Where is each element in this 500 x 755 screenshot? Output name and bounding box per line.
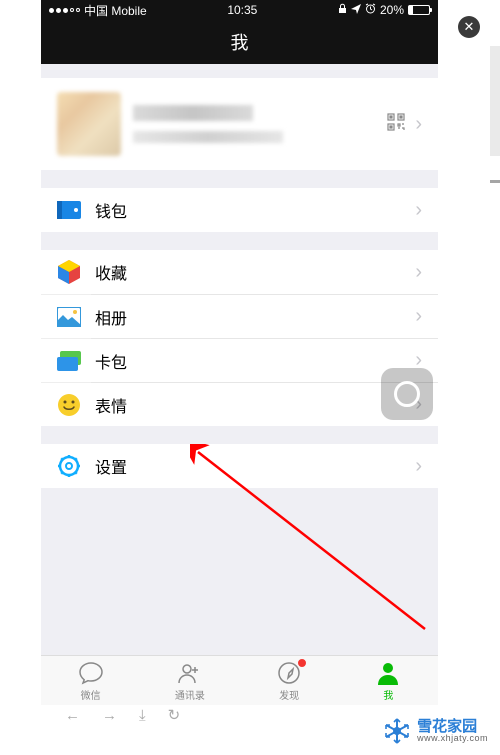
tab-me[interactable]: 我 — [339, 656, 438, 705]
profile-row[interactable]: › — [41, 78, 438, 170]
chevron-right-icon: › — [415, 455, 422, 478]
menu-group-settings: 设置 › — [41, 444, 438, 488]
status-right: 20% — [338, 3, 430, 17]
menu-item-favorites[interactable]: 收藏 › — [41, 250, 438, 294]
watermark: 雪花家园 www.xhjaty.com — [383, 717, 488, 745]
side-fragment — [490, 46, 500, 156]
chevron-right-icon: › — [415, 261, 422, 284]
forward-arrow-icon[interactable]: → — [102, 707, 117, 724]
chevron-right-icon: › — [415, 305, 422, 328]
menu-label: 卡包 — [95, 349, 401, 373]
menu-item-stickers[interactable]: 表情 › — [41, 382, 438, 426]
tab-label: 我 — [383, 687, 393, 702]
cube-icon — [57, 260, 81, 284]
status-time: 10:35 — [147, 3, 338, 17]
menu-label: 收藏 — [95, 260, 401, 284]
watermark-brand: 雪花家园 — [417, 719, 488, 734]
tab-discover[interactable]: 发现 — [240, 656, 339, 705]
profile-name-blurred — [133, 105, 253, 121]
nav-header: 我 — [41, 20, 438, 64]
tab-bar: 微信 通讯录 发现 我 — [41, 655, 438, 705]
status-bar: 中国 Mobile 10:35 20% — [41, 0, 438, 20]
menu-label: 相册 — [95, 305, 401, 329]
tab-contacts[interactable]: 通讯录 — [140, 656, 239, 705]
carrier-label: 中国 Mobile — [84, 2, 147, 19]
avatar — [57, 92, 121, 156]
chevron-right-icon: › — [415, 199, 422, 222]
side-fragment — [490, 180, 500, 183]
alarm-icon — [365, 3, 376, 17]
wallet-icon — [57, 198, 81, 222]
tab-label: 发现 — [279, 687, 299, 702]
status-left: 中国 Mobile — [49, 2, 147, 19]
notification-badge — [297, 658, 307, 668]
close-button[interactable]: ✕ — [458, 16, 480, 38]
lock-icon — [338, 3, 347, 17]
menu-item-cards[interactable]: 卡包 › — [41, 338, 438, 382]
profile-id-blurred — [133, 131, 283, 143]
signal-dots-icon — [49, 8, 80, 13]
menu-item-wallet[interactable]: 钱包 › — [41, 188, 438, 232]
page-title: 我 — [231, 29, 249, 55]
tab-label: 微信 — [81, 687, 101, 702]
cards-icon — [57, 349, 81, 373]
snowflake-icon — [383, 717, 411, 745]
menu-label: 表情 — [95, 393, 401, 417]
chevron-right-icon: › — [415, 113, 422, 136]
location-arrow-icon — [351, 3, 361, 17]
contacts-icon — [177, 660, 203, 686]
menu-group-collections: 收藏 › 相册 › 卡包 › 表情 › — [41, 250, 438, 426]
refresh-icon[interactable]: ↻ — [168, 706, 181, 724]
menu-group-wallet: 钱包 › — [41, 188, 438, 232]
smiley-icon — [57, 393, 81, 417]
profile-info — [133, 105, 375, 143]
qr-code-icon[interactable] — [387, 113, 405, 136]
menu-label: 钱包 — [95, 198, 401, 222]
back-arrow-icon[interactable]: ← — [65, 707, 80, 724]
tab-label: 通讯录 — [175, 687, 205, 702]
gear-icon — [57, 454, 81, 478]
empty-area — [41, 488, 438, 655]
close-icon: ✕ — [464, 19, 475, 35]
battery-icon — [408, 5, 430, 15]
tab-chat[interactable]: 微信 — [41, 656, 140, 705]
chat-bubble-icon — [78, 660, 104, 686]
battery-pct: 20% — [380, 3, 404, 17]
assistive-touch-button[interactable] — [381, 368, 433, 420]
menu-item-album[interactable]: 相册 › — [41, 294, 438, 338]
menu-item-settings[interactable]: 设置 › — [41, 444, 438, 488]
photo-icon — [57, 305, 81, 329]
browser-toolbar: ← → ⤓ ↻ — [41, 705, 438, 725]
menu-label: 设置 — [95, 454, 401, 478]
circle-icon — [394, 381, 420, 407]
watermark-url: www.xhjaty.com — [417, 734, 488, 743]
download-icon[interactable]: ⤓ — [139, 707, 146, 724]
person-icon — [377, 660, 399, 686]
phone-screen: 中国 Mobile 10:35 20% 我 — [41, 0, 438, 705]
